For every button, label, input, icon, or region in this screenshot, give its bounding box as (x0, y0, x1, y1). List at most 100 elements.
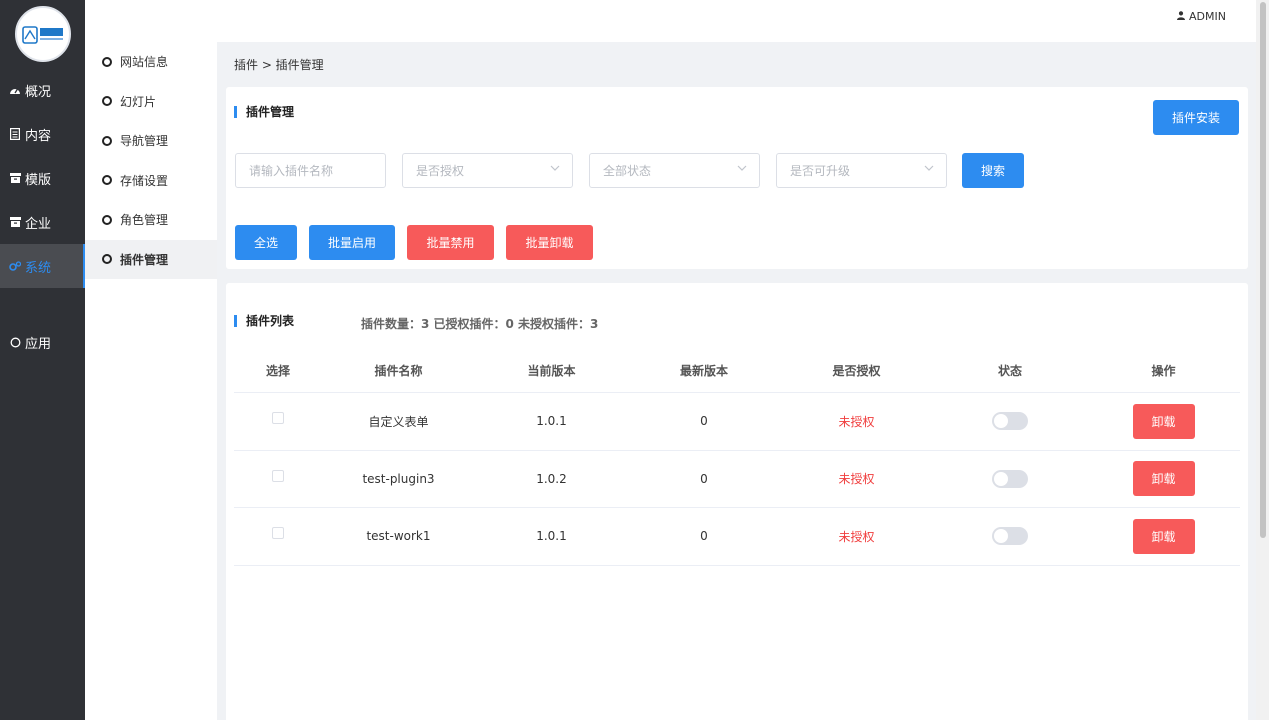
auth-status: 未授权 (838, 529, 875, 544)
plugin-name: 自定义表单 (368, 414, 429, 429)
user-menu[interactable]: ADMIN (1177, 10, 1226, 23)
subnav-item-slides[interactable]: 幻灯片 (85, 82, 217, 122)
main-sidebar: 概况 内容 模版 企业 系统 应用 (0, 0, 85, 720)
batch-uninstall-button[interactable]: 批量卸载 (506, 225, 593, 260)
plugin-manage-card: 插件管理 插件安装 请输入插件名称 是否授权 全部状态 是否可升级 搜索 全选 … (226, 87, 1248, 269)
toggle-knob (994, 414, 1008, 429)
row-checkbox[interactable] (272, 412, 284, 425)
section-title: 插件管理 (234, 106, 294, 118)
column-header: 是否授权 (832, 364, 881, 378)
user-name: ADMIN (1189, 10, 1226, 23)
toggle-knob (994, 471, 1008, 486)
status-toggle[interactable] (992, 412, 1028, 431)
top-header: ADMIN (85, 0, 1256, 42)
status-select[interactable]: 全部状态 (589, 153, 760, 188)
status-toggle[interactable] (992, 527, 1028, 546)
nav-item-company[interactable]: 企业 (0, 200, 85, 244)
template-icon (8, 172, 22, 184)
sub-sidebar: 网站信息 幻灯片 导航管理 存储设置 角色管理 插件管理 (85, 42, 217, 720)
circle-icon (102, 214, 112, 225)
gear-icon (8, 260, 22, 272)
auth-status: 未授权 (838, 472, 875, 487)
uninstall-button[interactable]: 卸载 (1132, 403, 1195, 439)
column-header: 最新版本 (679, 364, 728, 378)
batch-disable-button[interactable]: 批量禁用 (407, 225, 494, 260)
plugin-stats: 插件数量：3 已授权插件：0 未授权插件：3 (361, 317, 599, 331)
row-checkbox[interactable] (272, 527, 284, 540)
circle-icon (102, 175, 112, 186)
subnav-label: 存储设置 (120, 173, 169, 188)
toggle-knob (994, 529, 1008, 544)
subnav-label: 插件管理 (120, 252, 169, 267)
subnav-item-plugins[interactable]: 插件管理 (85, 239, 217, 279)
batch-enable-button[interactable]: 批量启用 (309, 225, 395, 260)
row-checkbox[interactable] (272, 469, 284, 482)
nav-item-system[interactable]: 系统 (0, 244, 85, 288)
logo-area (0, 0, 85, 68)
circle-icon (102, 56, 112, 67)
main-content: 插件 > 插件管理 插件管理 插件安装 请输入插件名称 是否授权 全部状态 是否… (217, 42, 1256, 720)
uninstall-button[interactable]: 卸载 (1132, 461, 1195, 497)
logo-graphic (21, 26, 63, 44)
chevron-down-icon (924, 163, 934, 174)
plugin-name-placeholder: 请输入插件名称 (249, 164, 334, 178)
latest-version: 0 (700, 414, 708, 429)
plugin-name: test-work1 (366, 529, 431, 544)
subnav-label: 幻灯片 (120, 94, 157, 109)
column-header: 状态 (997, 364, 1022, 378)
subnav-item-storage[interactable]: 存储设置 (85, 161, 217, 201)
auth-select[interactable]: 是否授权 (402, 153, 573, 188)
plugin-name: test-plugin3 (362, 471, 435, 486)
nav-label-system: 系统 (25, 260, 52, 276)
chevron-down-icon (737, 163, 747, 174)
search-button[interactable]: 搜索 (962, 153, 1024, 188)
nav-label-apps: 应用 (25, 336, 52, 352)
subnav-item-navigation[interactable]: 导航管理 (85, 121, 217, 161)
install-plugin-button[interactable]: 插件安装 (1153, 100, 1239, 135)
nav-label-template: 模版 (25, 172, 52, 188)
nav-label-company: 企业 (25, 216, 52, 232)
table-row: test-work1 1.0.1 0 未授权 卸载 (234, 508, 1240, 566)
page-scrollbar[interactable] (1256, 0, 1269, 720)
document-icon (8, 128, 22, 140)
latest-version: 0 (700, 471, 708, 486)
subnav-label: 网站信息 (120, 55, 169, 70)
status-select-value: 全部状态 (603, 164, 652, 178)
nav-item-apps[interactable]: 应用 (0, 320, 85, 364)
nav-item-template[interactable]: 模版 (0, 156, 85, 200)
upgrade-select-value: 是否可升级 (790, 164, 851, 178)
nav-item-content[interactable]: 内容 (0, 112, 85, 156)
column-header: 选择 (265, 364, 290, 378)
circle-icon (102, 135, 112, 146)
subnav-item-site-info[interactable]: 网站信息 (85, 42, 217, 82)
circle-icon (102, 96, 112, 107)
scrollbar-thumb[interactable] (1260, 2, 1266, 538)
table-row: test-plugin3 1.0.2 0 未授权 卸载 (234, 451, 1240, 508)
nav-item-overview[interactable]: 概况 (0, 68, 85, 112)
circle-icon (8, 336, 22, 348)
table-row: 自定义表单 1.0.1 0 未授权 卸载 (234, 393, 1240, 451)
company-logo[interactable] (14, 6, 71, 62)
uninstall-button[interactable]: 卸载 (1132, 518, 1195, 554)
circle-icon (102, 254, 112, 265)
status-toggle[interactable] (992, 469, 1028, 488)
current-version: 1.0.2 (536, 471, 567, 486)
user-icon (1177, 10, 1186, 23)
current-version: 1.0.1 (536, 529, 567, 544)
plugin-list-card: 插件列表 插件数量：3 已授权插件：0 未授权插件：3 选择 插件名称 当前版本… (226, 283, 1248, 720)
dashboard-icon (8, 84, 22, 96)
subnav-label: 导航管理 (120, 134, 169, 149)
table-header: 选择 插件名称 当前版本 最新版本 是否授权 状态 操作 (234, 349, 1240, 393)
current-version: 1.0.1 (536, 414, 567, 429)
company-icon (8, 216, 22, 228)
upgrade-select[interactable]: 是否可升级 (776, 153, 947, 188)
column-header: 操作 (1151, 364, 1176, 378)
section-title: 插件列表 (234, 315, 294, 327)
latest-version: 0 (700, 529, 708, 544)
auth-select-value: 是否授权 (416, 164, 465, 178)
select-all-button[interactable]: 全选 (235, 225, 297, 260)
subnav-item-roles[interactable]: 角色管理 (85, 200, 217, 240)
plugin-name-input[interactable]: 请输入插件名称 (235, 153, 386, 188)
column-header: 插件名称 (374, 364, 423, 378)
chevron-down-icon (550, 163, 560, 174)
